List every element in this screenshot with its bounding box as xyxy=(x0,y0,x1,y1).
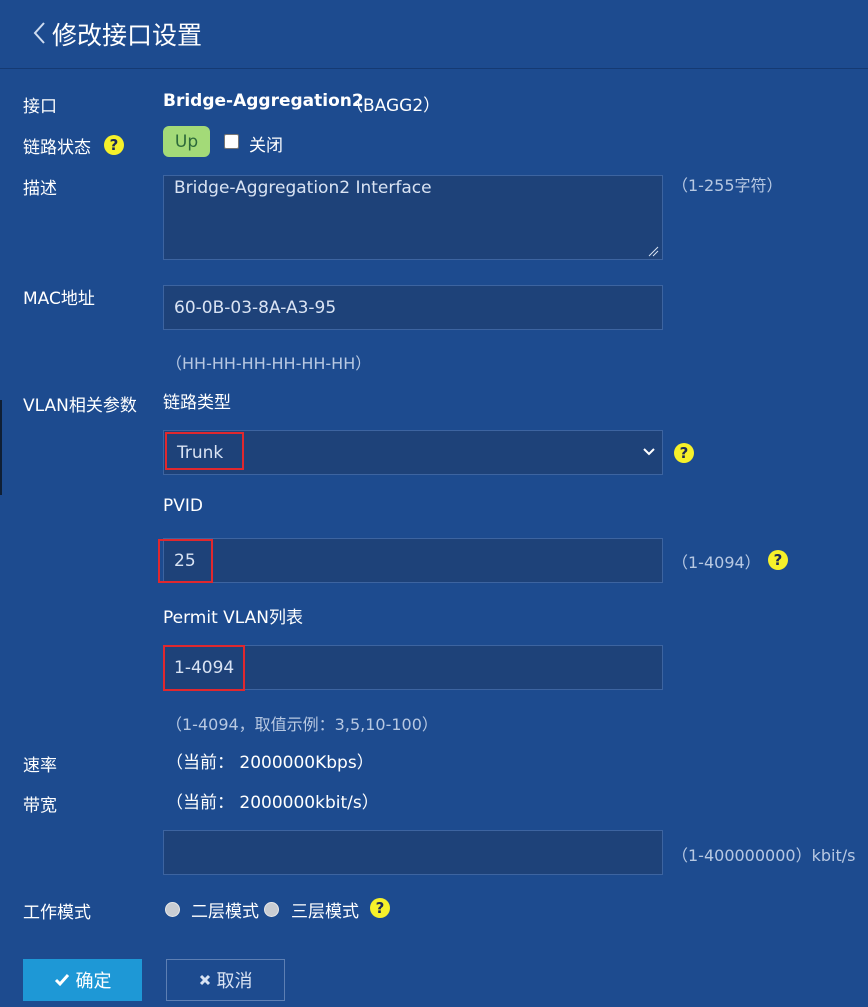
layer2-mode-label: 二层模式 xyxy=(191,902,259,922)
layer3-mode-label: 三层模式 xyxy=(291,902,359,922)
description-label: 描述 xyxy=(23,179,57,199)
pvid-hint: （1-4094） xyxy=(672,553,761,572)
link-state-label: 链路状态 xyxy=(23,138,91,158)
speed-current: （当前： 2000000Kbps） xyxy=(166,753,374,773)
header-divider xyxy=(0,68,868,69)
cancel-button-label: 取消 xyxy=(216,971,253,992)
mac-input[interactable]: 60-0B-03-8A-A3-95 xyxy=(163,285,663,330)
help-icon[interactable]: ? xyxy=(104,135,124,155)
bandwidth-current: （当前： 2000000kbit/s） xyxy=(166,793,379,813)
link-type-label: 链路类型 xyxy=(163,393,231,413)
description-textarea[interactable]: Bridge-Aggregation2 Interface xyxy=(163,175,663,260)
layer2-mode-radio[interactable] xyxy=(165,902,180,917)
bandwidth-input[interactable] xyxy=(163,830,663,875)
back-arrow-icon[interactable] xyxy=(28,20,54,46)
vlan-params-label: VLAN相关参数 xyxy=(23,396,137,416)
chevron-down-icon[interactable] xyxy=(643,447,655,457)
permit-vlan-highlight xyxy=(163,645,245,691)
mac-hint: （HH-HH-HH-HH-HH-HH） xyxy=(166,354,372,373)
link-status-badge: Up xyxy=(163,126,210,157)
confirm-button-label: 确定 xyxy=(75,971,112,992)
interface-short-name: （BAGG2） xyxy=(346,96,441,116)
bandwidth-hint: （1-400000000）kbit/s xyxy=(672,846,856,865)
pvid-input[interactable]: 25 xyxy=(163,538,663,583)
interface-name: Bridge-Aggregation2 xyxy=(163,91,364,111)
help-icon[interactable]: ? xyxy=(674,443,694,463)
interface-label: 接口 xyxy=(23,97,57,117)
confirm-button[interactable]: 确定 xyxy=(23,959,142,1001)
permit-vlan-hint: （1-4094，取值示例：3,5,10-100） xyxy=(166,715,438,734)
mac-value: 60-0B-03-8A-A3-95 xyxy=(174,297,337,318)
shutdown-checkbox[interactable] xyxy=(224,134,239,149)
close-icon xyxy=(199,974,210,986)
description-value: Bridge-Aggregation2 Interface xyxy=(174,178,432,198)
cancel-button[interactable]: 取消 xyxy=(166,959,285,1001)
speed-label: 速率 xyxy=(23,756,57,776)
link-type-highlight xyxy=(165,432,244,470)
side-marker xyxy=(0,400,2,495)
layer3-mode-radio[interactable] xyxy=(264,902,279,917)
mac-label: MAC地址 xyxy=(23,289,95,309)
description-hint: （1-255字符） xyxy=(672,176,783,195)
resize-handle-icon[interactable] xyxy=(648,246,659,257)
page-title: 修改接口设置 xyxy=(52,21,203,50)
pvid-label: PVID xyxy=(163,496,203,516)
shutdown-label: 关闭 xyxy=(249,136,283,156)
bandwidth-label: 带宽 xyxy=(23,796,57,816)
pvid-highlight xyxy=(158,539,213,583)
help-icon[interactable]: ? xyxy=(370,898,390,918)
help-icon[interactable]: ? xyxy=(768,550,788,570)
permit-vlan-label: Permit VLAN列表 xyxy=(163,608,303,628)
work-mode-label: 工作模式 xyxy=(23,903,91,923)
check-icon xyxy=(54,974,69,987)
